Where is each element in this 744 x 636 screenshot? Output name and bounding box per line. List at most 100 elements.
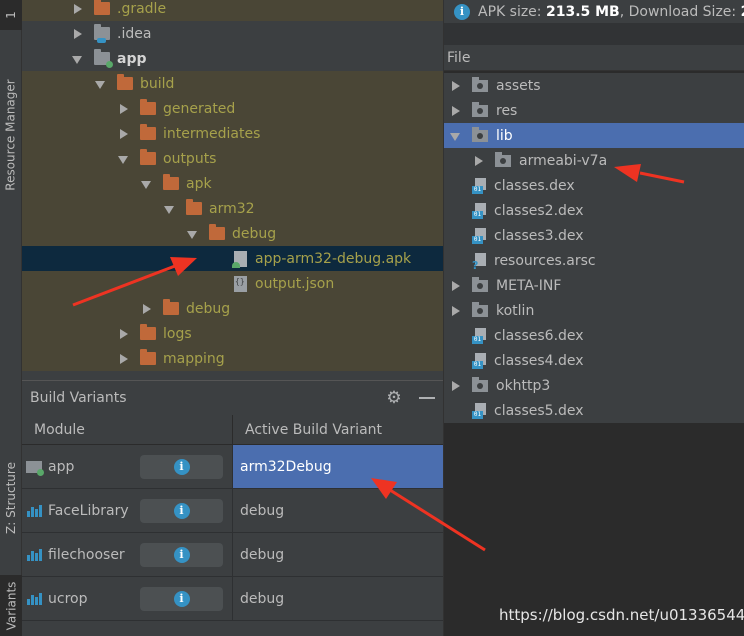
table-row: app i arm32Debug: [22, 445, 443, 489]
file-row[interactable]: res: [444, 98, 744, 123]
dex-file-icon: [472, 202, 486, 219]
file-name: classes6.dex: [494, 327, 584, 344]
file-row[interactable]: resources.arsc: [444, 248, 744, 273]
chevron-right-icon[interactable]: [118, 103, 130, 115]
info-icon: i: [454, 3, 470, 20]
chevron-right-icon[interactable]: [72, 28, 84, 40]
watermark: https://blog.csdn.net/u013365445: [499, 606, 744, 624]
tree-item-label: logs: [163, 325, 192, 342]
chevron-right-icon[interactable]: [450, 105, 462, 117]
chevron-right-icon[interactable]: [141, 303, 153, 315]
file-row[interactable]: armeabi-v7a: [444, 148, 744, 173]
folder-icon: [140, 349, 156, 365]
file-row[interactable]: META-INF: [444, 273, 744, 298]
folder-icon: [140, 99, 156, 115]
chevron-right-icon[interactable]: [118, 328, 130, 340]
module-info-button[interactable]: i: [140, 543, 223, 567]
file-column-header[interactable]: File: [444, 45, 744, 71]
chevron-down-icon[interactable]: [118, 153, 130, 165]
tree-item-label: .gradle: [117, 0, 167, 17]
variant-cell[interactable]: debug: [233, 489, 443, 532]
tree-item[interactable]: apk: [22, 171, 443, 196]
table-row: filechooser i debug: [22, 533, 443, 577]
build-variants-title: Build Variants: [30, 390, 127, 406]
download-size-value: 21: [741, 4, 744, 20]
chevron-right-icon[interactable]: [72, 3, 84, 15]
file-name: assets: [496, 77, 541, 94]
chevron-down-icon[interactable]: [164, 203, 176, 215]
tree-item-label: build: [140, 75, 175, 92]
column-header-module[interactable]: Module: [22, 415, 233, 444]
chevron-right-icon[interactable]: [118, 128, 130, 140]
tree-item[interactable]: logs: [22, 321, 443, 346]
folder-icon: [140, 124, 156, 140]
tree-item[interactable]: intermediates: [22, 121, 443, 146]
dex-file-icon: [472, 327, 486, 344]
project-tab[interactable]: 1: [0, 0, 22, 30]
file-name: classes3.dex: [494, 227, 584, 244]
tree-item[interactable]: generated: [22, 96, 443, 121]
tree-item[interactable]: debug: [22, 221, 443, 246]
folder-icon: [495, 151, 511, 167]
chevron-right-icon[interactable]: [118, 353, 130, 365]
chevron-right-icon[interactable]: [450, 280, 462, 292]
structure-tab[interactable]: Z: Structure: [0, 440, 22, 555]
chevron-down-icon[interactable]: [187, 228, 199, 240]
library-module-icon: [26, 548, 42, 561]
left-tool-strip: 1 Resource Manager Z: Structure Variants: [0, 0, 22, 636]
variant-cell[interactable]: debug: [233, 577, 443, 620]
tree-item[interactable]: .idea: [22, 21, 443, 46]
chevron-down-icon[interactable]: [450, 130, 462, 142]
file-row[interactable]: classes2.dex: [444, 198, 744, 223]
minimize-icon[interactable]: [419, 397, 435, 399]
file-row[interactable]: classes3.dex: [444, 223, 744, 248]
chevron-down-icon[interactable]: [95, 78, 107, 90]
tree-item[interactable]: output.json: [22, 271, 443, 296]
column-header-active-variant[interactable]: Active Build Variant: [233, 415, 382, 444]
tree-item-label: app: [117, 50, 147, 67]
module-info-button[interactable]: i: [140, 587, 223, 611]
build-variants-table: Module Active Build Variant app i arm32Deb…: [22, 415, 443, 621]
tree-item[interactable]: outputs: [22, 146, 443, 171]
chevron-down-icon[interactable]: [72, 53, 84, 65]
chevron-right-icon[interactable]: [450, 305, 462, 317]
tree-item[interactable]: debug: [22, 296, 443, 321]
variant-cell[interactable]: arm32Debug: [233, 445, 443, 488]
tree-item[interactable]: mapping: [22, 346, 443, 371]
file-row[interactable]: kotlin: [444, 298, 744, 323]
variants-label: Variants: [4, 581, 19, 630]
file-row[interactable]: classes4.dex: [444, 348, 744, 373]
file-row[interactable]: okhttp3: [444, 373, 744, 398]
chevron-right-icon[interactable]: [450, 80, 462, 92]
module-cell: app i: [22, 445, 233, 488]
module-info-button[interactable]: i: [140, 499, 223, 523]
info-icon: i: [173, 459, 190, 475]
file-row[interactable]: classes5.dex: [444, 398, 744, 423]
file-row[interactable]: assets: [444, 73, 744, 98]
tree-item[interactable]: app-arm32-debug.apk: [22, 246, 443, 271]
toolbar-gap: [444, 23, 744, 45]
chevron-right-icon[interactable]: [450, 380, 462, 392]
tree-item[interactable]: .gradle: [22, 0, 443, 21]
resource-manager-tab[interactable]: Resource Manager: [0, 60, 22, 210]
folder-icon: [117, 74, 133, 90]
file-row[interactable]: classes6.dex: [444, 323, 744, 348]
gear-icon[interactable]: ⚙: [385, 389, 403, 407]
variants-tab[interactable]: Variants: [0, 575, 22, 636]
info-icon: i: [173, 547, 190, 563]
variant-cell[interactable]: debug: [233, 533, 443, 576]
tree-item-label: arm32: [209, 200, 255, 217]
chevron-right-icon[interactable]: [473, 155, 485, 167]
tree-item[interactable]: build: [22, 71, 443, 96]
tree-item[interactable]: app: [22, 46, 443, 71]
folder-icon: [163, 174, 179, 190]
tree-item[interactable]: arm32: [22, 196, 443, 221]
file-row[interactable]: lib: [444, 123, 744, 148]
build-variants-header: Build Variants ⚙: [22, 381, 443, 415]
chevron-down-icon[interactable]: [141, 178, 153, 190]
apk-file-icon: [232, 250, 247, 268]
file-row[interactable]: classes.dex: [444, 173, 744, 198]
module-info-button[interactable]: i: [140, 455, 223, 479]
